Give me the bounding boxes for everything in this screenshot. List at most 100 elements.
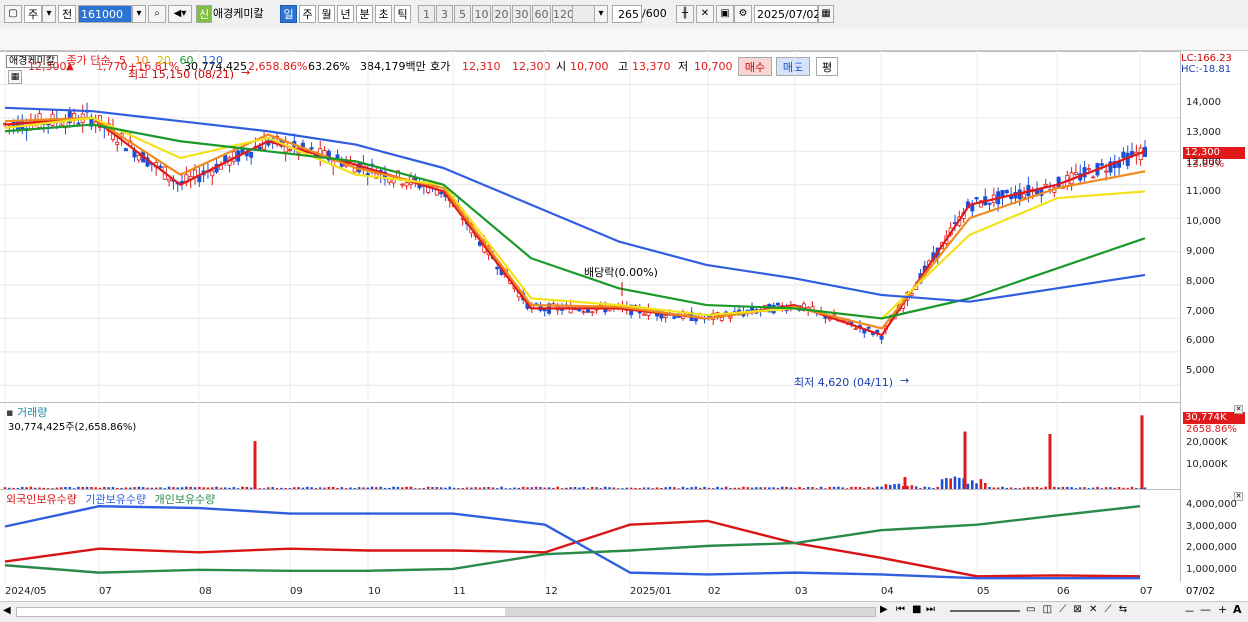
scrollbar-track[interactable] [16,607,876,617]
volume-bar [949,478,952,489]
volume-bar [474,487,477,489]
candle-body [1004,190,1009,194]
holding-y-tick: 1,000,000 [1186,563,1237,575]
volume-spike-bar [963,431,967,489]
volume-bar [819,486,823,489]
volume-bar [517,487,521,489]
volume-bar [297,487,300,489]
volume-y-tick: 20,000K [1186,437,1228,448]
volume-bar [552,487,555,489]
volume-bar [582,486,585,489]
volume-bar [1061,486,1065,489]
volume-bar [919,487,922,489]
volume-bar [914,486,918,489]
volume-bar [461,488,465,489]
volume-bar [1130,486,1134,489]
volume-bar [815,488,819,489]
candle-body [1091,176,1096,179]
scroll-right-icon[interactable]: ▶ [880,604,888,615]
volume-bar [1070,487,1073,489]
scrollbar-thumb[interactable] [505,608,875,616]
volume-bar [651,488,655,489]
volume-bar [668,486,672,489]
forward-icon[interactable]: ⏭ [926,604,935,615]
volume-bar [1057,487,1060,489]
chart-tool-icons[interactable]: ▭ ◫ ⟋ ⊠ ✕ ⟋ ⇆ [1026,604,1129,615]
volume-y-tick: 10,000K [1186,459,1228,470]
volume-bar [573,487,577,489]
volume-bar [897,483,901,489]
x-axis-label: 03 [795,586,808,597]
volume-bar [439,487,443,489]
zoom-out-icon[interactable]: － [1184,603,1195,619]
volume-bar [547,487,551,489]
rewind-icon[interactable]: ⏮ [896,604,905,615]
volume-bar [422,487,426,489]
price-y-tick: 7,000 [1186,305,1215,317]
volume-spike-bar [1140,415,1144,489]
candle-body [287,149,292,152]
close-icon[interactable]: ✕ [1234,405,1243,414]
zoom-in-icon[interactable]: + [1218,603,1227,616]
minus-icon[interactable]: — [1200,603,1211,616]
candle-body [123,148,128,152]
volume-bar [491,487,495,489]
volume-bar [932,488,935,489]
volume-bar [457,488,460,489]
lc-value: LC:166.23 [1181,53,1232,64]
legend-ma5: 5 [118,54,126,67]
legend-foreign: 외국인보유수량 [6,493,77,506]
volume-bar [776,487,780,489]
zoom-slider[interactable] [950,610,1020,612]
candle-body [672,316,677,319]
volume-pct-tag: 2658.86% [1186,424,1237,435]
volume-bar [1100,488,1104,489]
candle-body [335,154,340,159]
volume-bar [621,488,624,489]
volume-bar [323,487,326,489]
volume-bar [1126,487,1130,489]
volume-bar [435,487,439,489]
volume-bar [465,487,469,489]
candle-body [577,309,582,312]
price-y-tick: 11,000 [1186,186,1221,198]
x-axis-label: 2024/05 [5,586,47,597]
volume-bar [521,486,525,489]
volume-bar [206,487,210,489]
volume-bar [720,487,724,489]
volume-bar [945,478,948,489]
volume-bar [685,487,689,489]
candle-body [1086,168,1091,171]
candle-body [1121,151,1126,159]
x-axis-label: 06 [1057,586,1070,597]
candle-body [439,191,444,195]
volume-bar [1040,487,1043,489]
candle-body [404,182,409,187]
volume-bar [854,486,857,489]
volume-bar [806,486,810,489]
grid-icon[interactable]: ▦ [8,70,22,84]
price-y-tick: 10,000 [1186,216,1221,228]
candle-body [1043,183,1048,187]
volume-bar [590,486,594,489]
candle-body [775,302,780,306]
volume-spike-bar [253,441,257,489]
candle-body [495,267,500,270]
volume-bar [29,486,33,489]
volume-bar [534,486,538,489]
volume-bar [98,487,102,489]
volume-bar [68,486,72,489]
holding-y-tick: 4,000,000 [1186,499,1237,510]
volume-bar [288,488,292,489]
stop-icon[interactable]: ■ [912,604,921,615]
volume-bar [3,487,7,489]
volume-bar [608,487,611,489]
volume-bar [664,487,667,489]
volume-bar [20,486,24,489]
bottom-bar: ◀ ▶ ⏮ ■ ⏭ ▭ ◫ ⟋ ⊠ ✕ ⟋ ⇆ － — + A [0,601,1248,622]
font-size-icon[interactable]: A [1233,603,1242,616]
scroll-left-icon[interactable]: ◀ [3,605,11,616]
volume-bar [673,487,676,489]
candle-body [866,326,871,329]
candle-body [136,154,141,161]
